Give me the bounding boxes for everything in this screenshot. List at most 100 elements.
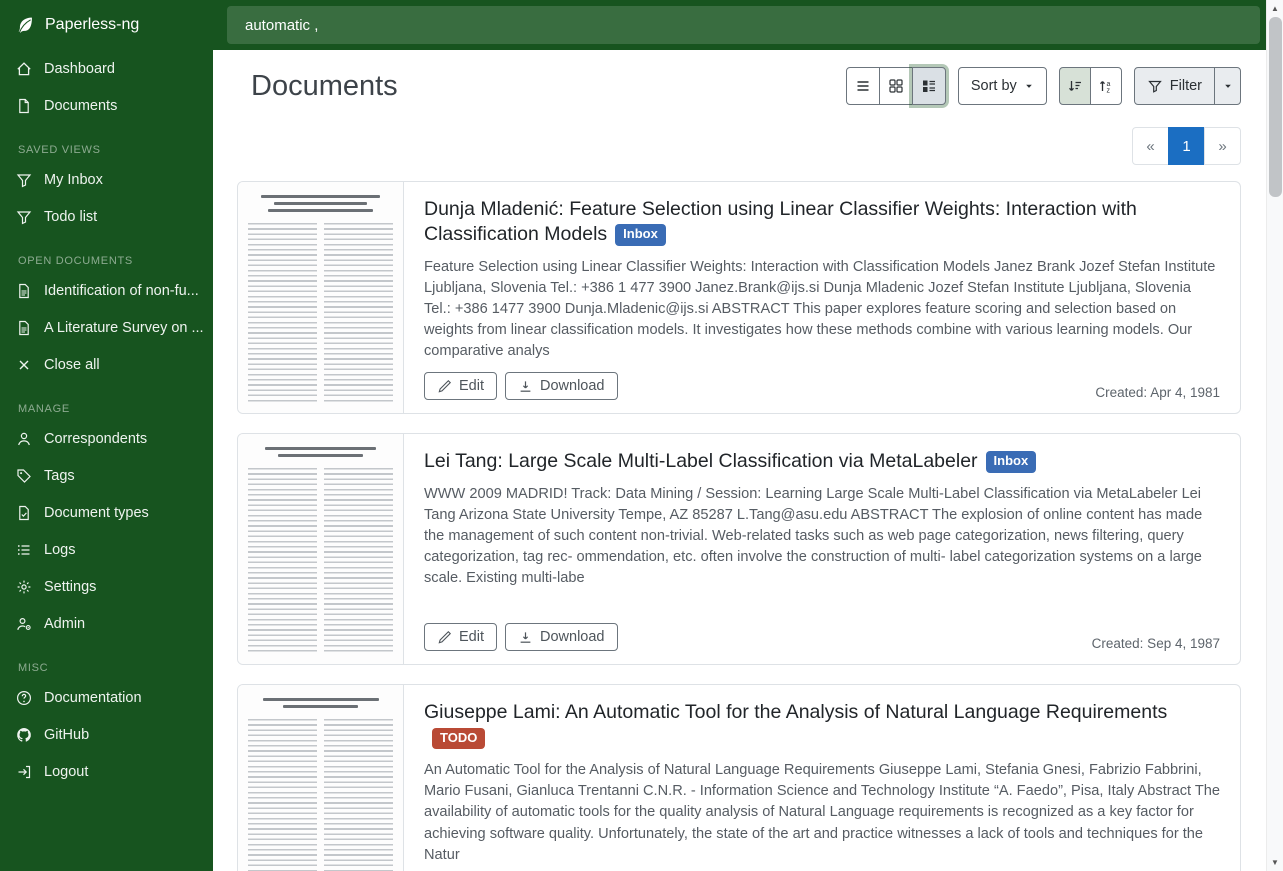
- question-circle-icon: [16, 690, 33, 706]
- sidebar-item-github[interactable]: GitHub: [0, 716, 213, 753]
- document-card-body: Lei Tang: Large Scale Multi-Label Classi…: [404, 434, 1240, 664]
- sort-direction-desc-button[interactable]: [1059, 67, 1091, 105]
- file-check-icon: [16, 505, 33, 521]
- sidebar-item-tags[interactable]: Tags: [0, 457, 213, 494]
- sidebar-item-label: Dashboard: [44, 61, 115, 77]
- sidebar-item-label: Identification of non-fu...: [44, 283, 199, 299]
- sidebar-item-documents[interactable]: Documents: [0, 87, 213, 124]
- thumbnail-text-columns: [248, 223, 393, 404]
- svg-text:z: z: [1106, 88, 1110, 95]
- sidebar-item-label: Todo list: [44, 209, 97, 225]
- download-icon: [518, 379, 533, 394]
- sidebar-item-label: Admin: [44, 616, 85, 632]
- tag-badge[interactable]: Inbox: [986, 451, 1037, 472]
- document-title-link[interactable]: Lei Tang: Large Scale Multi-Label Classi…: [424, 450, 978, 472]
- edit-button-label: Edit: [459, 378, 484, 394]
- sidebar-item-documentation[interactable]: Documentation: [0, 679, 213, 716]
- thumbnail-title-line: [265, 447, 375, 450]
- scrollbar-thumb[interactable]: [1269, 17, 1282, 197]
- thumbnail-text-columns: [248, 468, 393, 655]
- edit-button[interactable]: Edit: [424, 623, 497, 651]
- thumbnail-title-line: [278, 454, 362, 457]
- view-mode-group: [846, 67, 946, 105]
- tag-badge[interactable]: TODO: [432, 728, 485, 749]
- document-title: Lei Tang: Large Scale Multi-Label Classi…: [424, 449, 1220, 474]
- gear-icon: [16, 579, 33, 595]
- document-preview-text: An Automatic Tool for the Analysis of Na…: [424, 760, 1220, 866]
- sidebar-item-document-types[interactable]: Document types: [0, 494, 213, 531]
- close-icon: [16, 357, 33, 373]
- document-card-body: Dunja Mladenić: Feature Selection using …: [404, 182, 1240, 413]
- scrollbar[interactable]: ▲ ▼: [1266, 0, 1283, 871]
- download-button[interactable]: Download: [505, 623, 618, 651]
- funnel-icon: [16, 172, 33, 188]
- tag-icon: [16, 468, 33, 484]
- sort-alpha-asc-button[interactable]: az: [1090, 67, 1122, 105]
- document-actions: Edit Download: [424, 623, 618, 651]
- pagination-prev-button[interactable]: «: [1132, 127, 1169, 165]
- view-details-button[interactable]: [912, 67, 946, 105]
- filter-dropdown-toggle[interactable]: [1214, 67, 1241, 105]
- scrollbar-up-arrow[interactable]: ▲: [1267, 4, 1283, 13]
- scrollbar-down-arrow[interactable]: ▼: [1267, 858, 1283, 867]
- sidebar-section-misc: MISC: [0, 662, 213, 674]
- pagination-page-1-button[interactable]: 1: [1168, 127, 1205, 165]
- document-title: Dunja Mladenić: Feature Selection using …: [424, 197, 1220, 248]
- sidebar-item-logout[interactable]: Logout: [0, 753, 213, 790]
- download-button[interactable]: Download: [505, 372, 618, 400]
- file-icon: [16, 98, 33, 114]
- sort-descending-icon: [1067, 78, 1083, 94]
- document-card: Giuseppe Lami: An Automatic Tool for the…: [237, 684, 1241, 871]
- brand-name: Paperless-ng: [45, 16, 139, 34]
- document-thumbnail[interactable]: [238, 434, 404, 664]
- brand[interactable]: Paperless-ng: [0, 0, 213, 50]
- view-grid-button[interactable]: [879, 67, 913, 105]
- app-root: Paperless-ng Dashboard Documents SAVED V…: [0, 0, 1283, 871]
- sidebar-item-admin[interactable]: Admin: [0, 605, 213, 642]
- page-header: Documents Sort by: [237, 67, 1241, 105]
- document-thumbnail[interactable]: [238, 685, 404, 871]
- open-document-item[interactable]: Identification of non-fu...: [0, 272, 213, 309]
- document-title-link[interactable]: Giuseppe Lami: An Automatic Tool for the…: [424, 701, 1167, 723]
- edit-button[interactable]: Edit: [424, 372, 497, 400]
- document-thumbnail[interactable]: [238, 182, 404, 413]
- search-input[interactable]: [227, 6, 1260, 44]
- view-list-button[interactable]: [846, 67, 880, 105]
- document-list: Dunja Mladenić: Feature Selection using …: [237, 181, 1241, 871]
- document-title-link[interactable]: Dunja Mladenić: Feature Selection using …: [424, 198, 1137, 245]
- sidebar-item-todo-list[interactable]: Todo list: [0, 198, 213, 235]
- thumbnail-text-columns: [248, 719, 393, 871]
- sidebar-item-close-all[interactable]: Close all: [0, 346, 213, 383]
- tag-badge[interactable]: Inbox: [615, 224, 666, 245]
- house-icon: [16, 61, 33, 77]
- document-card: Lei Tang: Large Scale Multi-Label Classi…: [237, 433, 1241, 665]
- download-button-label: Download: [540, 378, 605, 394]
- sidebar-item-dashboard[interactable]: Dashboard: [0, 50, 213, 87]
- filter-button[interactable]: Filter: [1134, 67, 1215, 105]
- sidebar-item-label: GitHub: [44, 727, 89, 743]
- sidebar-item-label: Settings: [44, 579, 96, 595]
- details-view-icon: [921, 78, 937, 94]
- sort-by-dropdown[interactable]: Sort by: [958, 67, 1047, 105]
- main-column: Documents Sort by: [213, 0, 1283, 871]
- open-document-item[interactable]: A Literature Survey on ...: [0, 309, 213, 346]
- sidebar-item-my-inbox[interactable]: My Inbox: [0, 161, 213, 198]
- paperless-logo-icon: [14, 15, 35, 36]
- topbar: [213, 0, 1283, 50]
- sidebar-item-label: Tags: [44, 468, 75, 484]
- pagination-next-button[interactable]: »: [1204, 127, 1241, 165]
- document-actions: Edit Download: [424, 372, 618, 400]
- sidebar-section-open-documents: OPEN DOCUMENTS: [0, 255, 213, 267]
- sidebar-item-correspondents[interactable]: Correspondents: [0, 420, 213, 457]
- sidebar-item-logs[interactable]: Logs: [0, 531, 213, 568]
- sidebar-item-label: A Literature Survey on ...: [44, 320, 204, 336]
- filter-label: Filter: [1170, 78, 1202, 94]
- pencil-icon: [437, 379, 452, 394]
- sidebar-item-label: Close all: [44, 357, 100, 373]
- sort-direction-group: az: [1059, 67, 1122, 105]
- document-card: Dunja Mladenić: Feature Selection using …: [237, 181, 1241, 414]
- sidebar-item-settings[interactable]: Settings: [0, 568, 213, 605]
- sort-alpha-ascending-icon: az: [1098, 78, 1114, 94]
- sidebar: Paperless-ng Dashboard Documents SAVED V…: [0, 0, 213, 871]
- document-title: Giuseppe Lami: An Automatic Tool for the…: [424, 700, 1220, 751]
